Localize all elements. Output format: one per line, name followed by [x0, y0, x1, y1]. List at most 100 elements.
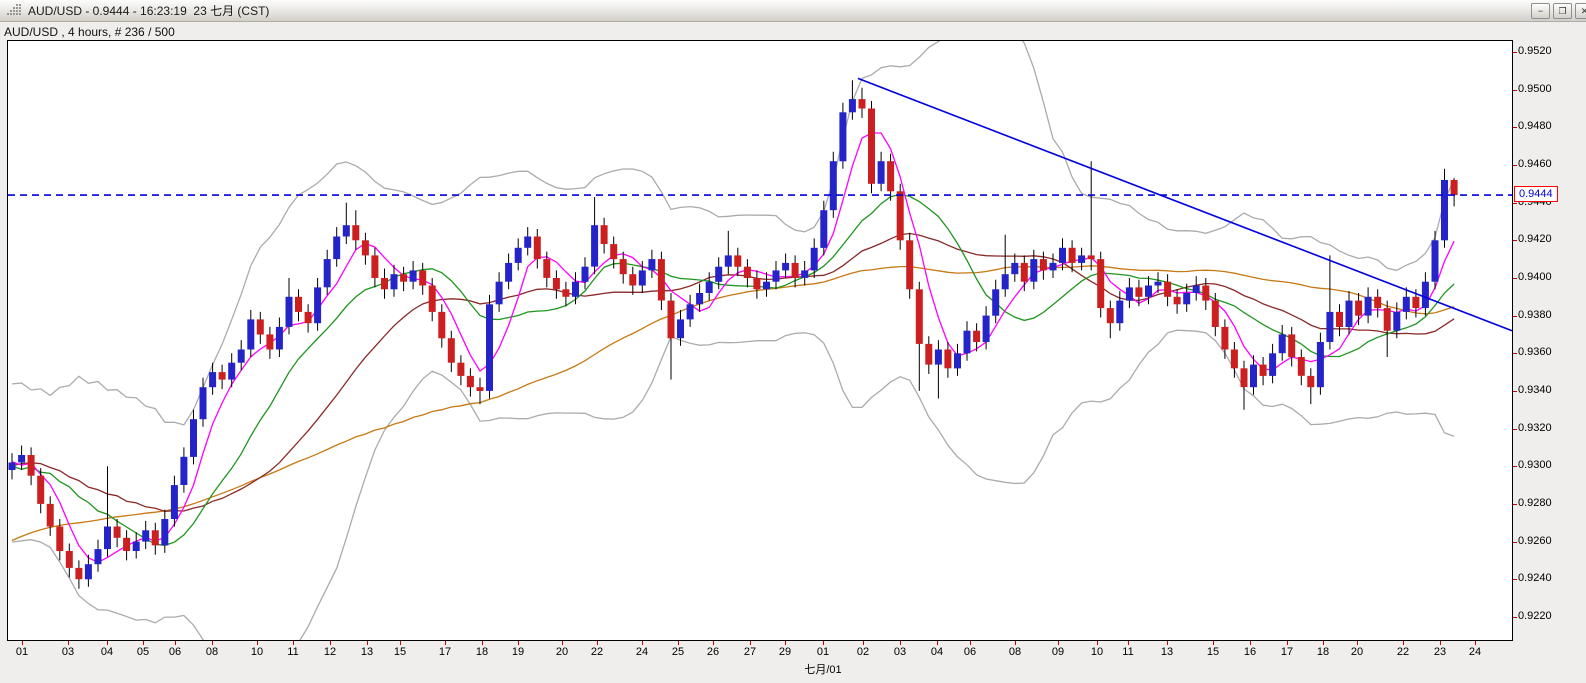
time-axis-tick	[1357, 641, 1358, 645]
time-axis-label: 01	[15, 646, 29, 658]
price-axis-label: 0.9420	[1518, 233, 1552, 246]
time-axis-label: 25	[671, 646, 685, 658]
time-axis-label: 13	[360, 646, 374, 658]
bull-candle	[390, 274, 398, 290]
bear-candle	[438, 311, 446, 339]
time-axis-tick	[107, 641, 108, 645]
time-axis-label: 24	[635, 646, 649, 658]
bear-candle	[1106, 308, 1114, 324]
bear-candle	[56, 526, 64, 551]
bear-candle	[1221, 326, 1229, 350]
bear-candle	[1336, 311, 1343, 327]
time-axis-tick	[1250, 641, 1251, 645]
price-axis-tick	[1513, 579, 1517, 581]
price-axis-tick	[1513, 466, 1517, 468]
close-button[interactable]: ✕	[1575, 3, 1586, 19]
bear-candle	[906, 240, 914, 290]
time-axis-tick	[22, 641, 23, 645]
bull-candle	[275, 326, 283, 350]
bear-candle	[1297, 357, 1305, 376]
bear-candle	[304, 311, 312, 324]
window-title: AUD/USD - 0.9444 - 16:23:19 23 七月 (CST)	[28, 4, 270, 18]
bull-candle	[763, 281, 770, 290]
bull-candle	[161, 519, 169, 546]
bull-candle	[1001, 274, 1009, 290]
bear-candle	[256, 319, 264, 335]
time-axis-label: 03	[893, 646, 907, 658]
price-axis-tick	[1513, 353, 1517, 355]
time-axis-tick	[678, 641, 679, 645]
bull-candle	[132, 541, 140, 551]
price-axis-tick	[1513, 277, 1517, 279]
bull-candle	[839, 112, 847, 162]
bear-candle	[1288, 334, 1296, 357]
bear-candle	[925, 343, 933, 365]
time-axis-tick	[1323, 641, 1324, 645]
bull-candle	[810, 247, 818, 271]
time-axis-label: 03	[61, 646, 75, 658]
time-axis-tick	[175, 641, 176, 645]
bull-candle	[84, 564, 92, 580]
bear-candle	[266, 334, 274, 350]
time-axis-tick	[293, 641, 294, 645]
time-axis-label: 01	[816, 646, 830, 658]
bear-candle	[1355, 300, 1363, 316]
bull-candle	[724, 255, 732, 267]
time-axis-tick	[1287, 641, 1288, 645]
window-controls: − ❐ ✕	[1531, 3, 1586, 19]
bull-candle	[963, 330, 971, 354]
bear-candle	[1202, 285, 1210, 301]
time-axis-label: 12	[323, 646, 337, 658]
price-axis-label: 0.9340	[1518, 383, 1552, 396]
bear-candle	[562, 289, 570, 297]
time-axis-tick	[400, 641, 401, 645]
time-axis-tick	[1403, 641, 1404, 645]
bear-candle	[419, 270, 427, 286]
bull-candle	[820, 210, 828, 248]
bear-candle	[629, 274, 637, 286]
time-axis-label: 20	[555, 646, 569, 658]
bear-candle	[753, 278, 761, 290]
time-axis-label: 26	[706, 646, 720, 658]
time-axis-tick	[68, 641, 69, 645]
bear-candle	[533, 236, 541, 260]
bull-candle	[505, 262, 513, 282]
price-axis-tick	[1513, 202, 1517, 204]
bull-candle	[982, 315, 990, 342]
bull-candle	[180, 456, 188, 485]
time-axis-tick	[1440, 641, 1441, 645]
bear-candle	[791, 262, 799, 278]
bear-candle	[868, 108, 875, 184]
bear-candle	[610, 244, 618, 260]
price-axis-label: 0.9300	[1518, 459, 1552, 472]
price-chart-area[interactable]	[7, 40, 1513, 641]
bull-candle	[1011, 262, 1019, 275]
time-axis-tick	[1097, 641, 1098, 645]
bear-candle	[619, 259, 627, 275]
bear-candle	[1039, 259, 1047, 271]
bull-candle	[677, 319, 684, 339]
bear-candle	[734, 255, 742, 267]
price-axis-label: 0.9240	[1518, 572, 1552, 585]
restore-button[interactable]: ❐	[1553, 3, 1572, 19]
price-axis-tick	[1513, 89, 1517, 91]
time-axis-tick	[518, 641, 519, 645]
bear-candle	[457, 362, 465, 376]
bull-candle	[686, 304, 694, 320]
bull-candle	[705, 281, 713, 293]
bear-candle	[1374, 296, 1382, 309]
bull-candle	[199, 387, 207, 420]
time-axis-tick	[937, 641, 938, 645]
bear-candle	[1135, 287, 1143, 297]
time-axis-tick	[1475, 641, 1476, 645]
time-axis-tick	[713, 641, 714, 645]
bull-candle	[142, 530, 150, 542]
price-axis-tick	[1513, 52, 1517, 53]
bear-candle	[151, 530, 159, 546]
bear-candle	[75, 567, 83, 580]
minimize-button[interactable]: −	[1531, 3, 1550, 19]
bear-candle	[1164, 281, 1172, 297]
bull-candle	[1030, 259, 1038, 282]
time-axis-label: 22	[590, 646, 604, 658]
time-axis-label: 08	[205, 646, 219, 658]
